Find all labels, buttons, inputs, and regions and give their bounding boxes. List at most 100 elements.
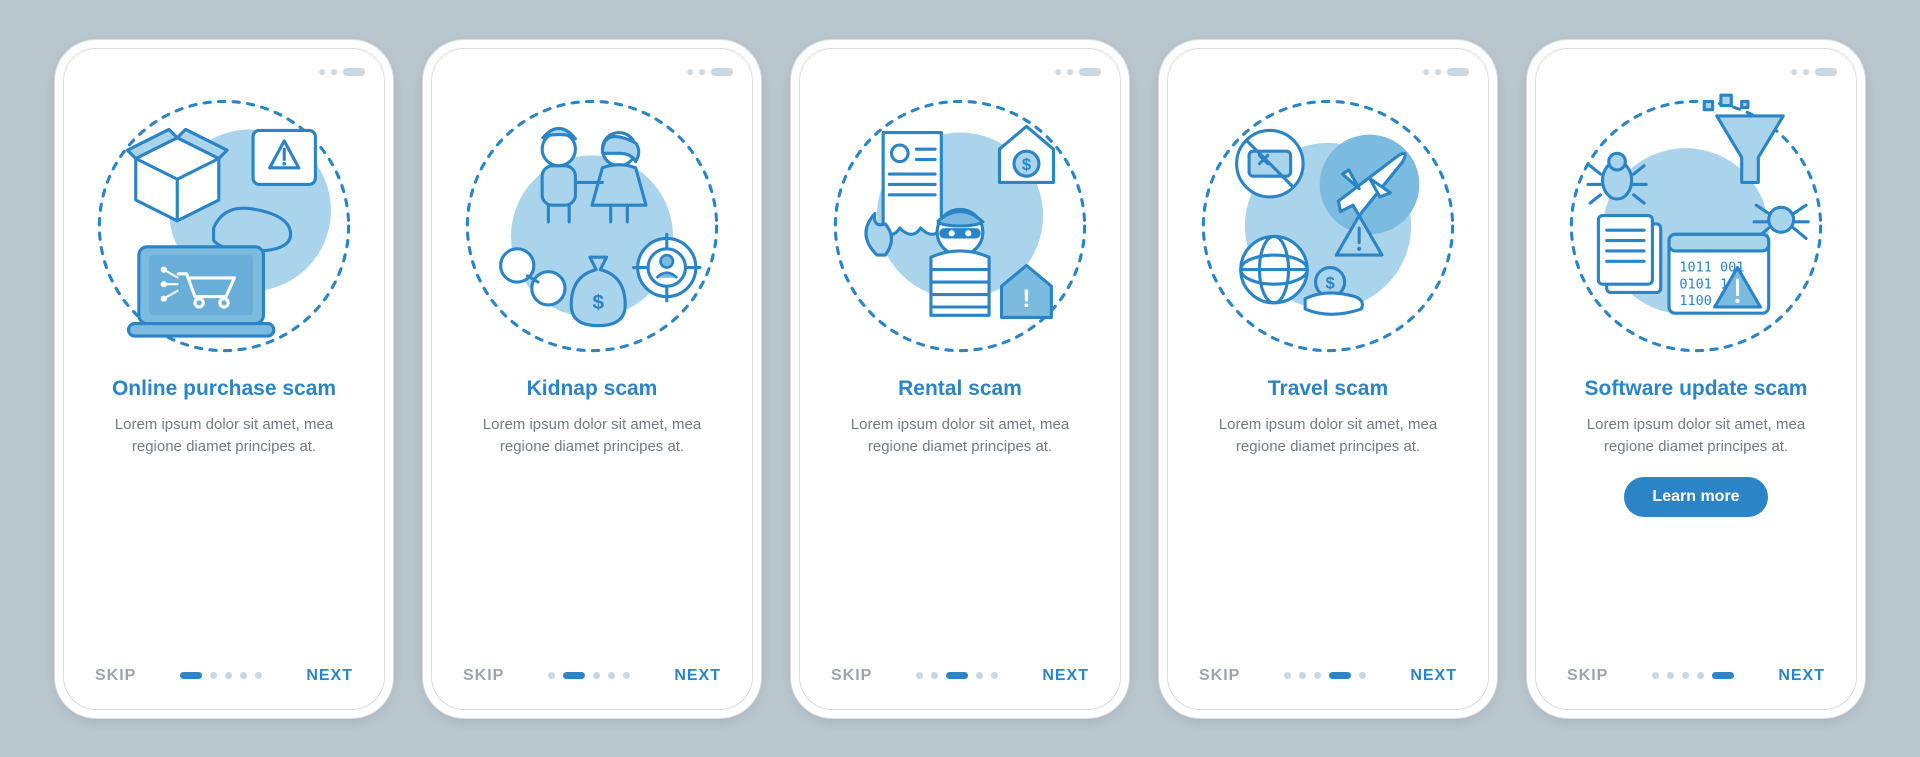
status-bar: [73, 64, 375, 80]
page-dot: [991, 672, 998, 679]
onboarding-mockup-row: Online purchase scam Lorem ipsum dolor s…: [14, 9, 1906, 749]
travel-icon: $: [1193, 91, 1463, 361]
page-dot: [1314, 672, 1321, 679]
illustration: $: [809, 86, 1111, 366]
page-dot: [1697, 672, 1704, 679]
phone-rental: $: [790, 39, 1130, 719]
skip-button[interactable]: SKIP: [1561, 666, 1614, 686]
battery-icon: [1079, 68, 1101, 76]
status-indicator: [687, 69, 693, 75]
skip-button[interactable]: SKIP: [1193, 666, 1246, 686]
battery-icon: [711, 68, 733, 76]
next-button[interactable]: NEXT: [1772, 666, 1831, 686]
page-dot: [593, 672, 600, 679]
status-indicator: [1803, 69, 1809, 75]
screen-description: Lorem ipsum dolor sit amet, mea regione …: [1567, 414, 1825, 459]
content-area: Software update scam Lorem ipsum dolor s…: [1545, 366, 1847, 658]
page-dot: [563, 672, 585, 679]
screen-title: Software update scam: [1585, 376, 1808, 402]
learn-more-button[interactable]: Learn more: [1624, 477, 1767, 517]
page-dot: [225, 672, 232, 679]
status-bar: [441, 64, 743, 80]
next-button[interactable]: NEXT: [300, 666, 359, 686]
rental-icon: $: [825, 91, 1095, 361]
page-dot: [976, 672, 983, 679]
svg-text:$: $: [1022, 154, 1031, 173]
page-dot: [1299, 672, 1306, 679]
status-indicator: [1067, 69, 1073, 75]
onboarding-footer: SKIP NEXT: [441, 658, 743, 700]
status-bar: [1177, 64, 1479, 80]
illustration: 1011 001 0101 110 1100 010: [1545, 86, 1847, 366]
battery-icon: [343, 68, 365, 76]
onboarding-footer: SKIP NEXT: [1177, 658, 1479, 700]
page-dot: [623, 672, 630, 679]
status-indicator: [319, 69, 325, 75]
svg-text:$: $: [592, 291, 604, 314]
page-indicator: [548, 672, 630, 679]
screen-title: Travel scam: [1268, 376, 1388, 402]
page-dot: [210, 672, 217, 679]
page-dot: [931, 672, 938, 679]
illustration: [73, 86, 375, 366]
skip-button[interactable]: SKIP: [825, 666, 878, 686]
battery-icon: [1447, 68, 1469, 76]
page-dot: [255, 672, 262, 679]
content-area: Kidnap scam Lorem ipsum dolor sit amet, …: [441, 366, 743, 658]
status-bar: [1545, 64, 1847, 80]
screen-title: Online purchase scam: [112, 376, 336, 402]
illustration: $: [1177, 86, 1479, 366]
battery-icon: [1815, 68, 1837, 76]
page-indicator: [916, 672, 998, 679]
screen-title: Rental scam: [898, 376, 1022, 402]
content-area: Rental scam Lorem ipsum dolor sit amet, …: [809, 366, 1111, 658]
page-dot: [1652, 672, 1659, 679]
onboarding-footer: SKIP NEXT: [73, 658, 375, 700]
page-dot: [1329, 672, 1351, 679]
screen-description: Lorem ipsum dolor sit amet, mea regione …: [831, 414, 1089, 459]
illustration: $: [441, 86, 743, 366]
skip-button[interactable]: SKIP: [457, 666, 510, 686]
screen-description: Lorem ipsum dolor sit amet, mea regione …: [463, 414, 721, 459]
status-indicator: [1055, 69, 1061, 75]
page-indicator: [180, 672, 262, 679]
screen-description: Lorem ipsum dolor sit amet, mea regione …: [95, 414, 353, 459]
page-dot: [608, 672, 615, 679]
next-button[interactable]: NEXT: [1404, 666, 1463, 686]
status-indicator: [331, 69, 337, 75]
phone-software-update: 1011 001 0101 110 1100 010 Software upda…: [1526, 39, 1866, 719]
kidnap-icon: $: [457, 91, 727, 361]
page-dot: [1284, 672, 1291, 679]
page-indicator: [1652, 672, 1734, 679]
next-button[interactable]: NEXT: [668, 666, 727, 686]
page-indicator: [1284, 672, 1366, 679]
content-area: Online purchase scam Lorem ipsum dolor s…: [73, 366, 375, 658]
page-dot: [1667, 672, 1674, 679]
status-bar: [809, 64, 1111, 80]
onboarding-footer: SKIP NEXT: [809, 658, 1111, 700]
next-button[interactable]: NEXT: [1036, 666, 1095, 686]
page-dot: [180, 672, 202, 679]
page-dot: [1359, 672, 1366, 679]
page-dot: [1712, 672, 1734, 679]
page-dot: [916, 672, 923, 679]
status-indicator: [1435, 69, 1441, 75]
phone-online-purchase: Online purchase scam Lorem ipsum dolor s…: [54, 39, 394, 719]
page-dot: [1682, 672, 1689, 679]
screen-title: Kidnap scam: [527, 376, 658, 402]
content-area: Travel scam Lorem ipsum dolor sit amet, …: [1177, 366, 1479, 658]
onboarding-footer: SKIP NEXT: [1545, 658, 1847, 700]
status-indicator: [1423, 69, 1429, 75]
phone-travel: $ Travel scam Lorem ipsum dolor sit amet…: [1158, 39, 1498, 719]
software-update-icon: 1011 001 0101 110 1100 010: [1561, 91, 1831, 361]
svg-text:$: $: [1325, 273, 1334, 292]
status-indicator: [699, 69, 705, 75]
svg-text:!: !: [1022, 285, 1030, 313]
page-dot: [946, 672, 968, 679]
page-dot: [240, 672, 247, 679]
page-dot: [548, 672, 555, 679]
phone-kidnap: $ Kidnap scam Lorem ipsum dolor sit amet…: [422, 39, 762, 719]
online-purchase-icon: [89, 91, 359, 361]
skip-button[interactable]: SKIP: [89, 666, 142, 686]
status-indicator: [1791, 69, 1797, 75]
